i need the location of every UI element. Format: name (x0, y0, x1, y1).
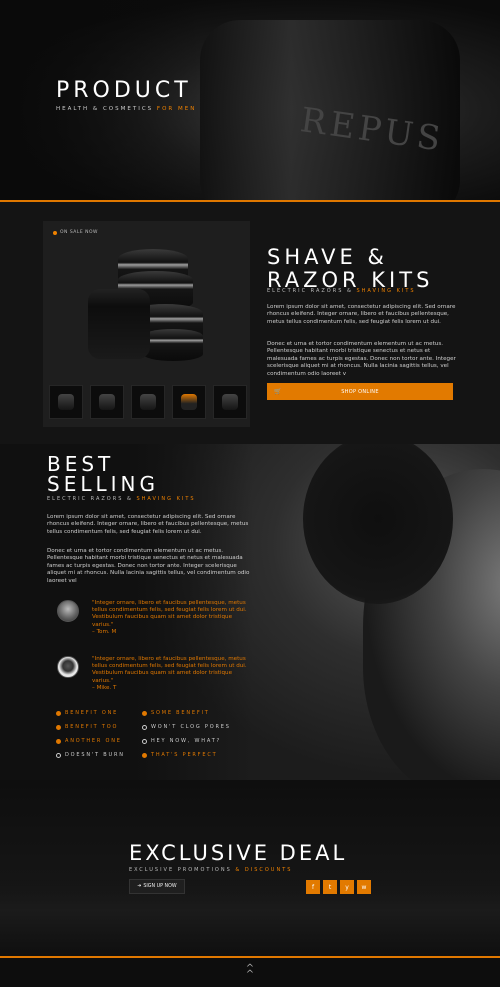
testimonial-text: "Integer ornare, libero et faucibus pell… (92, 656, 252, 692)
product-gallery: ON SALE NOW (43, 221, 250, 427)
deal-subtitle-accent: & DISCOUNTS (235, 867, 293, 873)
bullet-icon (56, 738, 61, 744)
best-paragraph: Lorem ipsum dolor sit amet, consectetur … (47, 514, 249, 535)
kit-subtitle-text: ELECTRIC RAZORS & (267, 288, 357, 294)
testimonial-quote: "Integer ornare, libero et faucibus pell… (92, 656, 247, 684)
twitter-icon[interactable]: t (323, 880, 337, 894)
jar-shape (88, 289, 150, 359)
whatsapp-icon[interactable]: w (357, 880, 371, 894)
bullet-icon (56, 724, 61, 730)
feature-label: THAT'S PERFECT (151, 752, 218, 758)
product-main-image[interactable] (83, 249, 213, 369)
bullet-icon (142, 710, 147, 716)
best-paragraph: Donec et urna et tortor condimentum elem… (47, 548, 250, 584)
thumbnail[interactable] (131, 385, 165, 419)
testimonial: "Integer ornare, libero et faucibus pell… (57, 600, 252, 636)
page-title: PRODUCT (56, 78, 192, 103)
avatar (57, 656, 79, 678)
feature-item: WON'T CLOG PORES (142, 724, 242, 730)
bullet-icon (56, 752, 61, 758)
feature-list: BENEFIT ONE SOME BENEFIT BENEFIT TOO WON… (56, 710, 242, 758)
best-title: BEST SELLING (47, 454, 159, 494)
jar-shape (143, 329, 203, 361)
feature-label: WON'T CLOG PORES (151, 724, 231, 730)
hero-section: REPUS PRODUCT HEALTH & COSMETICS FOR MEN (0, 0, 500, 200)
bullet-icon (142, 752, 147, 758)
feature-label: BENEFIT ONE (65, 710, 119, 716)
bullet-icon (142, 738, 147, 744)
bullet-icon (56, 710, 61, 716)
kit-title: SHAVE & RAZOR KITS (267, 246, 433, 292)
best-selling-section: BEST SELLING ELECTRIC RAZORS & SHAVING KI… (0, 444, 500, 780)
best-title-line: BEST (47, 452, 115, 476)
best-subtitle-text: ELECTRIC RAZORS & (47, 496, 137, 502)
footer: ^ ^ (0, 958, 500, 987)
thumbnail[interactable] (49, 385, 83, 419)
testimonial: "Integer ornare, libero et faucibus pell… (57, 656, 252, 692)
feature-label: BENEFIT TOO (65, 724, 119, 730)
feature-label: HEY NOW, WHAT? (151, 738, 222, 744)
best-subtitle-accent: SHAVING KITS (136, 496, 196, 502)
hero-subtitle-text: HEALTH & COSMETICS (56, 106, 157, 112)
yelp-icon[interactable]: y (340, 880, 354, 894)
sign-up-button[interactable]: ➜ SIGN UP NOW (129, 879, 185, 894)
deal-title: EXCLUSIVE DEAL (129, 841, 348, 865)
testimonial-author: – Tom. M (92, 628, 117, 635)
sale-badge: ON SALE NOW (53, 230, 98, 235)
thumbnail[interactable] (213, 385, 247, 419)
feature-item: ANOTHER ONE (56, 738, 142, 744)
cart-icon: 🛒 (274, 388, 282, 395)
deal-subtitle-text: EXCLUSIVE PROMOTIONS (129, 867, 236, 873)
feature-label: SOME BENEFIT (151, 710, 210, 716)
hero-subtitle-accent: FOR MEN (156, 106, 197, 112)
kit-title-line: SHAVE & (267, 245, 388, 269)
best-subtitle: ELECTRIC RAZORS & SHAVING KITS (47, 496, 196, 502)
social-links: f t y w (306, 880, 371, 894)
feature-item: DOESN'T BURN (56, 752, 142, 758)
thumbnail[interactable] (90, 385, 124, 419)
feature-label: ANOTHER ONE (65, 738, 122, 744)
testimonial-author: – Mike. T (92, 684, 117, 691)
kit-paragraph: Donec et urna et tortor condimentum elem… (267, 341, 456, 377)
scroll-to-top-icon[interactable]: ^ ^ (243, 964, 257, 980)
shop-online-button[interactable]: 🛒 SHOP ONLINE (267, 383, 453, 400)
kit-paragraph: Lorem ipsum dolor sit amet, consectetur … (267, 304, 456, 325)
best-title-line: SELLING (47, 472, 159, 496)
product-section: ON SALE NOW SHAVE & RAZOR KITS ELECTRIC R… (0, 202, 500, 444)
testimonial-text: "Integer ornare, libero et faucibus pell… (92, 600, 252, 636)
sale-badge-label: ON SALE NOW (60, 230, 98, 235)
hero-subtitle: HEALTH & COSMETICS FOR MEN (56, 106, 196, 112)
feature-item: THAT'S PERFECT (142, 752, 242, 758)
feature-item: SOME BENEFIT (142, 710, 242, 716)
avatar (57, 600, 79, 622)
deal-subtitle: EXCLUSIVE PROMOTIONS & DISCOUNTS (129, 867, 292, 873)
rocks-background (0, 880, 500, 956)
kit-subtitle-accent: SHAVING KITS (356, 288, 416, 294)
sign-up-label: SIGN UP NOW (143, 884, 177, 889)
kit-subtitle: ELECTRIC RAZORS & SHAVING KITS (267, 288, 416, 294)
facebook-icon[interactable]: f (306, 880, 320, 894)
shop-online-label: SHOP ONLINE (341, 388, 379, 395)
feature-item: HEY NOW, WHAT? (142, 738, 242, 744)
feature-label: DOESN'T BURN (65, 752, 125, 758)
dot-icon (53, 230, 57, 235)
testimonial-quote: "Integer ornare, libero et faucibus pell… (92, 600, 247, 628)
thumbnail-strip (49, 385, 247, 419)
bullet-icon (142, 724, 147, 730)
feature-item: BENEFIT TOO (56, 724, 142, 730)
feature-item: BENEFIT ONE (56, 710, 142, 716)
thumbnail[interactable] (172, 385, 206, 419)
deal-section: EXCLUSIVE DEAL EXCLUSIVE PROMOTIONS & DI… (0, 780, 500, 956)
sign-in-icon: ➜ (137, 884, 142, 889)
